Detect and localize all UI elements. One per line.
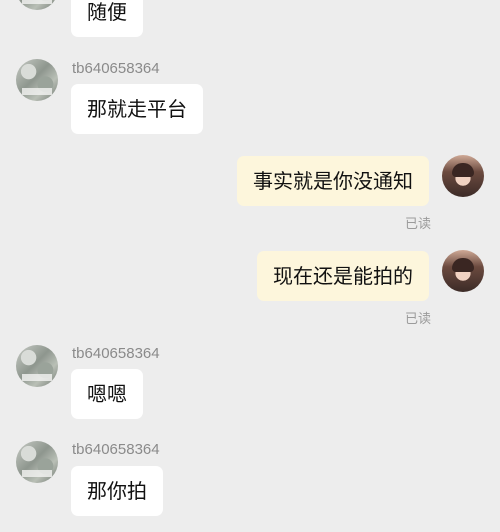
sender-username: tb640658364 xyxy=(72,345,160,362)
avatar-other[interactable] xyxy=(16,441,58,483)
read-status: 已读 xyxy=(404,217,431,232)
message-bubble-self[interactable]: 现在还是能拍的 xyxy=(257,251,429,301)
message-bubble[interactable]: 嗯嗯 xyxy=(71,369,143,419)
chat-view: 随便 tb640658364 那就走平台 事实就是你没通知 已读 现在还是能拍的… xyxy=(0,0,500,532)
avatar-other[interactable] xyxy=(16,0,58,10)
avatar-self[interactable] xyxy=(442,155,484,197)
message-bubble[interactable]: 那就走平台 xyxy=(71,84,203,134)
sender-username: tb640658364 xyxy=(72,441,160,458)
message-bubble[interactable]: 那你拍 xyxy=(71,466,163,516)
avatar-self[interactable] xyxy=(442,250,484,292)
read-status: 已读 xyxy=(404,312,431,327)
message-bubble[interactable]: 随便 xyxy=(71,0,143,37)
avatar-other[interactable] xyxy=(16,345,58,387)
sender-username: tb640658364 xyxy=(72,60,160,77)
avatar-other[interactable] xyxy=(16,59,58,101)
message-bubble-self[interactable]: 事实就是你没通知 xyxy=(237,156,429,206)
